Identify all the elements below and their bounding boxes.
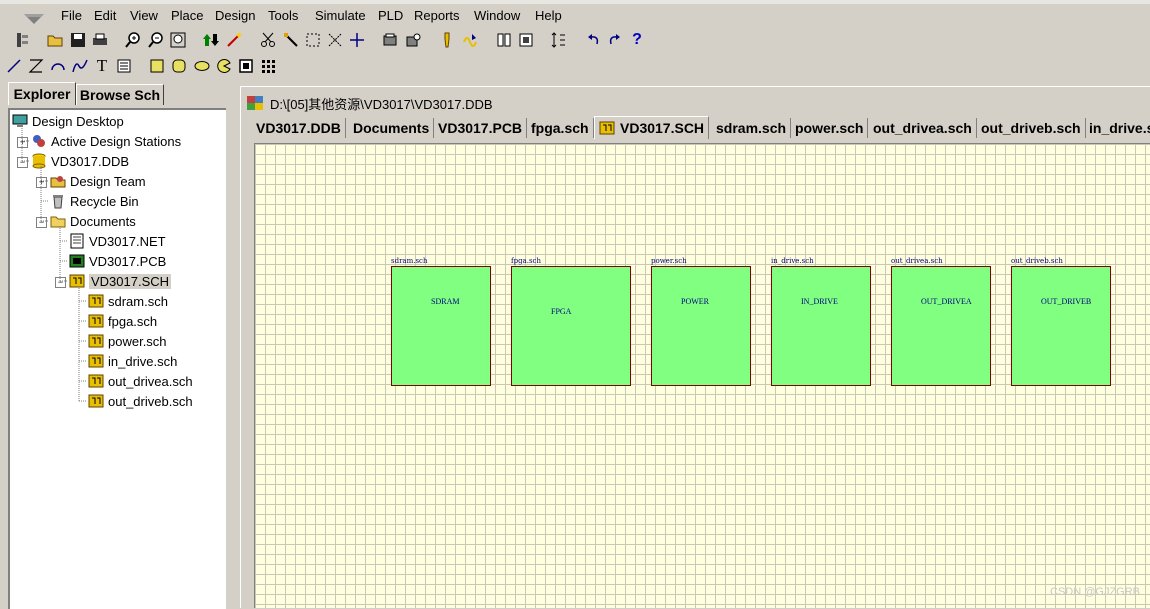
menu-design[interactable]: Design — [215, 8, 255, 23]
tab-documents[interactable]: Documents — [349, 118, 435, 138]
app-menu-icon[interactable] — [22, 12, 46, 26]
probe-icon[interactable] — [438, 31, 456, 49]
cut-icon[interactable] — [259, 31, 277, 49]
sheet-symbol-power[interactable]: POWER — [651, 266, 751, 386]
menu-window[interactable]: Window — [474, 8, 520, 23]
polygon-icon[interactable] — [27, 57, 45, 75]
menu-pld[interactable]: PLD — [378, 8, 403, 23]
menu-simulate[interactable]: Simulate — [315, 8, 366, 23]
book-icon[interactable] — [495, 31, 513, 49]
tab-in-drive-sch[interactable]: in_drive.sch — [1085, 118, 1150, 138]
library-icon[interactable] — [381, 31, 399, 49]
zoom-fit-icon[interactable] — [169, 31, 187, 49]
help-icon[interactable]: ? — [628, 31, 646, 49]
rounded-rectangle-icon[interactable] — [170, 57, 188, 75]
sheet-file-label: fpga.sch — [511, 257, 541, 265]
watermark: CSDN @GJZGRB — [1050, 586, 1141, 598]
sheet-file-label: sdram.sch — [391, 257, 428, 265]
component-icon[interactable] — [517, 31, 535, 49]
sheet-file-label: out_driveb.sch — [1011, 257, 1063, 265]
ellipse-icon[interactable] — [193, 57, 211, 75]
tab-vd3017-pcb[interactable]: VD3017.PCB — [434, 118, 528, 138]
sheet-symbol-out-drivea[interactable]: OUT_DRIVEA — [891, 266, 991, 386]
project-tree-icon[interactable] — [14, 31, 32, 49]
align-icon[interactable] — [549, 31, 567, 49]
tab-vd3017-ddb[interactable]: VD3017.DDB — [252, 118, 346, 138]
move-icon[interactable] — [348, 31, 366, 49]
paste-icon[interactable] — [282, 31, 300, 49]
sheet-file-label: power.sch — [651, 257, 687, 265]
up-down-hierarchy-icon[interactable] — [202, 31, 220, 49]
select-area-icon[interactable] — [304, 31, 322, 49]
sheet-symbol-in-drive[interactable]: IN_DRIVE — [771, 266, 871, 386]
database-window-icon — [246, 95, 264, 111]
sheet-name-label: OUT_DRIVEB — [1041, 297, 1092, 306]
splitter[interactable] — [228, 80, 232, 607]
explorer-tree: Design Desktop + Active Design Stations … — [8, 108, 226, 609]
tree-lines — [21, 122, 87, 402]
schematic-canvas[interactable]: sdram.sch SDRAM fpga.sch FPGA power.sch … — [254, 143, 1150, 608]
deselect-icon[interactable] — [326, 31, 344, 49]
redo-icon[interactable] — [606, 31, 624, 49]
zoom-out-icon[interactable] — [147, 31, 165, 49]
text-frame-icon[interactable] — [115, 57, 133, 75]
tab-explorer[interactable]: Explorer — [8, 82, 76, 105]
document-tabs: VD3017.DDB Documents VD3017.PCB fpga.sch… — [248, 116, 1150, 140]
sheet-file-label: in_drive.sch — [771, 257, 814, 265]
drawing-toolbar: T — [0, 54, 1150, 78]
tab-vd3017-sch[interactable]: VD3017.SCH — [594, 116, 710, 139]
tab-out-driveb-sch[interactable]: out_driveb.sch — [977, 118, 1086, 138]
array-icon[interactable] — [259, 57, 277, 75]
main-toolbar: ? — [0, 28, 1150, 54]
sheet-file-label: out_drivea.sch — [891, 257, 943, 265]
sheet-name-label: IN_DRIVE — [801, 297, 838, 306]
menu-file[interactable]: File — [61, 8, 82, 23]
menu-view[interactable]: View — [130, 8, 158, 23]
menu-help[interactable]: Help — [535, 8, 562, 23]
sheet-name-label: POWER — [681, 297, 709, 306]
tab-out-drivea-sch[interactable]: out_drivea.sch — [869, 118, 977, 138]
sheet-name-label: OUT_DRIVEA — [921, 297, 972, 306]
schematic-icon — [599, 120, 615, 136]
tab-sdram-sch[interactable]: sdram.sch — [712, 118, 792, 138]
document-title: D:\[05]其他资源\VD3017\VD3017.DDB — [246, 94, 493, 112]
zoom-in-icon[interactable] — [124, 31, 142, 49]
tab-fpga-sch[interactable]: fpga.sch — [527, 118, 594, 138]
browse-library-icon[interactable] — [404, 31, 422, 49]
menu-tools[interactable]: Tools — [268, 8, 298, 23]
sheet-name-label: SDRAM — [431, 297, 460, 306]
undo-icon[interactable] — [584, 31, 602, 49]
bezier-icon[interactable] — [71, 57, 89, 75]
text-icon[interactable]: T — [93, 57, 111, 75]
menu-place[interactable]: Place — [171, 8, 204, 23]
tab-power-sch[interactable]: power.sch — [791, 118, 869, 138]
open-folder-icon[interactable] — [46, 31, 64, 49]
menu-reports[interactable]: Reports — [414, 8, 460, 23]
save-icon[interactable] — [69, 31, 87, 49]
sheet-symbol-sdram[interactable]: SDRAM — [391, 266, 491, 386]
tab-browse-sch[interactable]: Browse Sch — [76, 84, 164, 105]
rectangle-icon[interactable] — [148, 57, 166, 75]
wand-icon[interactable] — [225, 31, 243, 49]
menu-edit[interactable]: Edit — [94, 8, 116, 23]
graphic-icon[interactable] — [237, 57, 255, 75]
print-icon[interactable] — [91, 31, 109, 49]
sheet-symbol-fpga[interactable]: FPGA — [511, 266, 631, 386]
signal-icon[interactable] — [461, 31, 479, 49]
sheet-name-label: FPGA — [551, 307, 572, 316]
arc-icon[interactable] — [49, 57, 67, 75]
sheet-symbol-out-driveb[interactable]: OUT_DRIVEB — [1011, 266, 1111, 386]
pie-icon[interactable] — [215, 57, 233, 75]
line-icon[interactable] — [5, 57, 23, 75]
menu-bar: File Edit View Place Design Tools Simula… — [0, 4, 1150, 27]
